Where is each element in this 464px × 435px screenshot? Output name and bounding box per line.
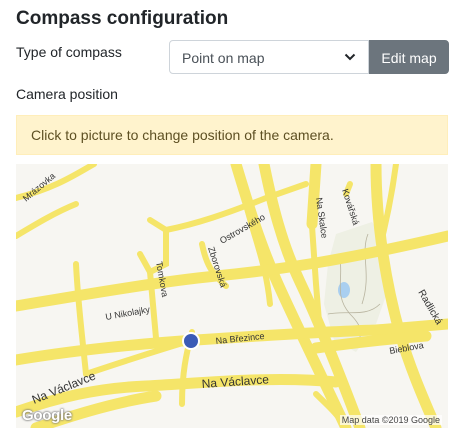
street-label-kovarska: Kovářská — [340, 188, 361, 227]
street-label-na-vaclavce-east: Na Václavce — [201, 372, 270, 391]
camera-position-marker[interactable] — [182, 332, 200, 350]
map-pond — [338, 282, 350, 298]
edit-map-button[interactable]: Edit map — [369, 40, 449, 74]
street-label-u-nikolajky: U Nikolajky — [105, 304, 152, 322]
camera-position-label: Camera position — [16, 86, 118, 102]
map-canvas[interactable]: Mrázovka Ostrovského Zborovská Tomkova N… — [16, 164, 448, 428]
compass-type-selected-value: Point on map — [182, 50, 265, 66]
compass-type-select[interactable]: Point on map — [169, 40, 369, 74]
page-title: Compass configuration — [16, 8, 229, 29]
chevron-down-icon — [344, 53, 356, 61]
google-logo: Google — [22, 407, 72, 424]
compass-type-label: Type of compass — [16, 44, 122, 60]
camera-map[interactable]: Mrázovka Ostrovského Zborovská Tomkova N… — [16, 164, 448, 428]
map-attribution: Map data ©2019 Google — [339, 415, 442, 425]
camera-hint-alert: Click to picture to change position of t… — [16, 115, 448, 155]
